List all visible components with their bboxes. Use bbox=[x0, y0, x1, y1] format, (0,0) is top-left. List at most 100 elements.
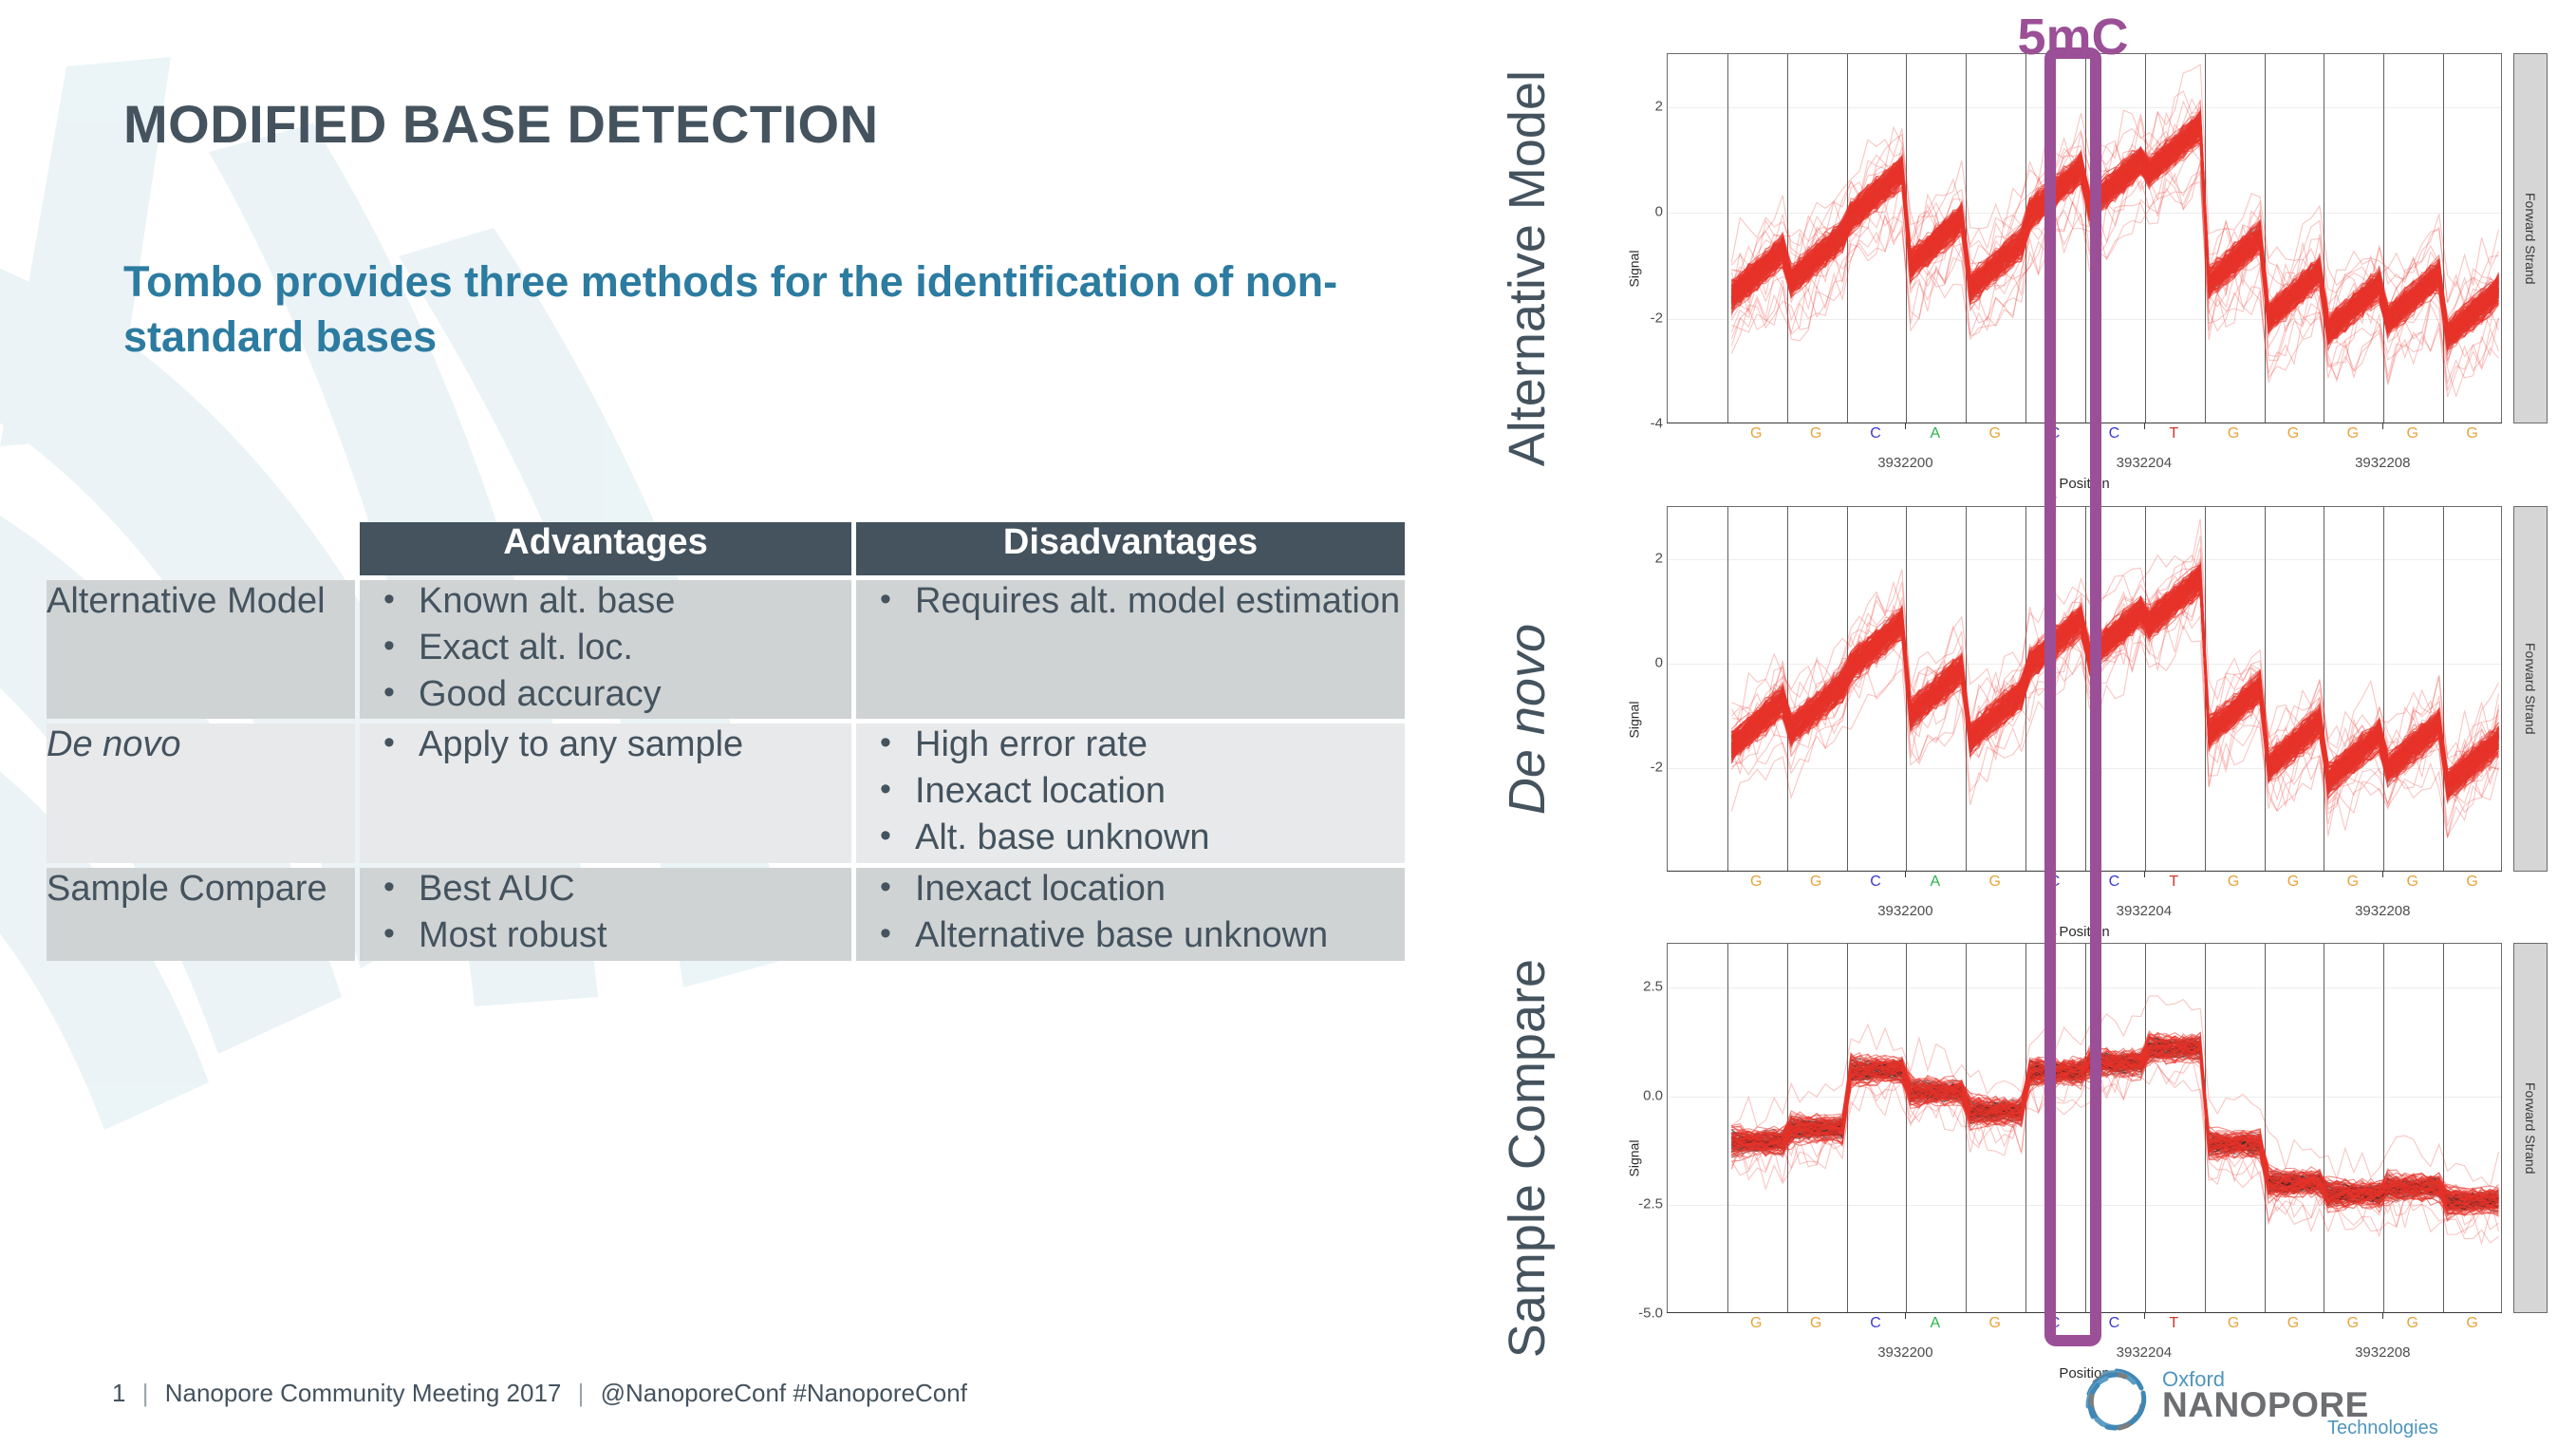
base-letter: G bbox=[2287, 1315, 2300, 1331]
base-letter: G bbox=[2406, 425, 2418, 442]
base-letter: G bbox=[1809, 1315, 1822, 1331]
list-item: • Alternative base unknown bbox=[856, 914, 1405, 961]
list-item-label: Best AUC bbox=[419, 868, 575, 909]
x-axis-tick: 3932204 bbox=[2116, 1344, 2173, 1361]
base-letter: G bbox=[1809, 874, 1822, 890]
base-letter: A bbox=[1930, 874, 1941, 890]
list-item-label: Good accuracy bbox=[419, 673, 662, 714]
base-letter: C bbox=[1870, 425, 1881, 442]
table-row-label: Sample Compare bbox=[47, 867, 355, 961]
bullet-icon: • bbox=[880, 817, 891, 855]
plot-area: Signal 2.5 0.0 -2.5 -5.0 Forward Strand G G C A G C… bbox=[1604, 926, 2576, 1381]
x-axis-tick: 3932200 bbox=[1877, 1344, 1933, 1361]
bullet-icon: • bbox=[880, 914, 891, 951]
base-letter: C bbox=[1870, 1315, 1881, 1331]
bullet-icon: • bbox=[383, 724, 395, 761]
y-axis-tick: 2 bbox=[1654, 550, 1663, 567]
plot-frame bbox=[1667, 506, 2502, 872]
bullet-icon: • bbox=[383, 673, 395, 710]
table-body: Alternative Model • Known alt. base • Exact … bbox=[47, 580, 1405, 961]
base-letter: T bbox=[2169, 425, 2179, 442]
plot-panel-alternative-model: Alternative Model Signal 2 0 -2 -4 Forward Str… bbox=[1452, 36, 2576, 492]
x-axis-tick: 3932208 bbox=[2355, 903, 2411, 919]
nanopore-swirl-icon bbox=[2085, 1368, 2147, 1431]
base-letter: A bbox=[1930, 425, 1941, 442]
plot-top-marker: - bbox=[2051, 926, 2058, 942]
footer-event: Nanopore Community Meeting 2017 bbox=[164, 1379, 562, 1407]
page-subtitle: Tombo provides three methods for the ide… bbox=[123, 257, 1338, 361]
table-header-row: Advantages Disadvantages bbox=[47, 522, 1405, 575]
list-item-label: High error rate bbox=[915, 724, 1148, 765]
plot-title-label: Alternative Model bbox=[1499, 70, 1557, 467]
base-letter: G bbox=[2406, 874, 2418, 890]
base-letter: G bbox=[1750, 1315, 1763, 1331]
list-item-label: Alternative base unknown bbox=[915, 914, 1329, 955]
list-item: • Best AUC bbox=[360, 868, 851, 914]
base-letter: C bbox=[2108, 1315, 2120, 1331]
base-letter: C bbox=[1870, 874, 1881, 890]
list-item-label: Apply to any sample bbox=[419, 724, 744, 765]
list-item: • Exact alt. loc. bbox=[360, 627, 851, 673]
y-axis: 2 0 -2 -4 bbox=[1621, 46, 1663, 492]
logo-line-technologies: Technologies bbox=[2327, 1418, 2438, 1438]
base-letter: G bbox=[2466, 425, 2478, 442]
table-cell-advantages: • Known alt. base • Exact alt. loc. • Good ac… bbox=[360, 580, 851, 720]
x-axis-tickmark bbox=[1905, 872, 1907, 877]
bullet-icon: • bbox=[880, 581, 891, 617]
plot-panel-de-novo: De novo Signal 2 0 -2 Forward Strand G G C A G C C T G… bbox=[1452, 489, 2576, 940]
x-axis-tickmark bbox=[2143, 1313, 2145, 1319]
bullet-icon: • bbox=[383, 581, 395, 617]
y-axis-tick: -2 bbox=[1650, 310, 1663, 327]
list-item: • Inexact location bbox=[856, 770, 1405, 817]
list-item: • High error rate bbox=[856, 724, 1405, 770]
facet-strip-label: Forward Strand bbox=[2523, 643, 2538, 735]
y-axis: 2 0 -2 bbox=[1621, 498, 1663, 940]
plot-title-label: De novo bbox=[1499, 623, 1557, 816]
facet-strip: Forward Strand bbox=[2513, 506, 2548, 872]
table-cell-disadvantages: • Requires alt. model estimation bbox=[856, 580, 1405, 720]
footer: 1 | Nanopore Community Meeting 2017 | @N… bbox=[112, 1379, 967, 1408]
base-letter: G bbox=[1988, 425, 2001, 442]
footer-divider-1: | bbox=[141, 1379, 149, 1407]
table-row: Sample Compare • Best AUC • Most robust • Inex… bbox=[47, 867, 1405, 961]
table-header-blank bbox=[47, 522, 355, 575]
base-letter: G bbox=[2227, 874, 2240, 890]
slide-content-left: MODIFIED BASE DETECTION Tombo provides t… bbox=[0, 0, 1452, 1447]
signal-traces bbox=[1730, 518, 2500, 838]
base-letter: C bbox=[2048, 874, 2061, 890]
base-letter: T bbox=[2169, 1315, 2179, 1331]
table-cell-disadvantages: • Inexact location • Alternative base unkno… bbox=[856, 867, 1405, 961]
table-cell-disadvantages: • High error rate • Inexact location • Alt. b… bbox=[856, 724, 1405, 863]
base-letter: G bbox=[2406, 1315, 2418, 1331]
plot-title: Sample Compare bbox=[1452, 935, 1604, 1381]
base-letter: G bbox=[2287, 874, 2300, 890]
footer-divider-2: | bbox=[577, 1379, 585, 1407]
x-axis-tick: 3932208 bbox=[2355, 455, 2411, 471]
base-letter: G bbox=[1750, 425, 1763, 442]
list-item: • Alt. base unknown bbox=[856, 817, 1405, 863]
x-axis-tick: 3932204 bbox=[2116, 903, 2173, 919]
y-axis-tick: 0 bbox=[1654, 203, 1663, 220]
base-letter: C bbox=[2108, 874, 2120, 890]
plot-panel-sample-compare: Sample Compare Signal 2.5 0.0 -2.5 -5.0 Forwar… bbox=[1452, 926, 2576, 1381]
list-item: • Requires alt. model estimation bbox=[856, 580, 1405, 627]
plot-title-label: Sample Compare bbox=[1499, 958, 1557, 1359]
base-letter: G bbox=[1750, 874, 1763, 890]
plot-top-marker: - bbox=[2051, 489, 2058, 505]
list-item-label: Known alt. base bbox=[419, 581, 676, 621]
y-axis: 2.5 0.0 -2.5 -5.0 bbox=[1621, 935, 1663, 1381]
plot-title: De novo bbox=[1452, 498, 1604, 940]
list-item: • Good accuracy bbox=[360, 673, 851, 720]
page-title: MODIFIED BASE DETECTION bbox=[123, 94, 879, 154]
x-axis-tickmark bbox=[2143, 872, 2145, 877]
plot-title: Alternative Model bbox=[1452, 46, 1604, 492]
base-letter: G bbox=[2227, 425, 2240, 442]
base-sequence-row: GGCAGCCTGGGGG bbox=[1667, 874, 2502, 898]
x-axis-tickmark bbox=[1905, 1313, 1907, 1319]
x-axis-tick: 3932208 bbox=[2355, 1344, 2411, 1361]
base-letter: G bbox=[1988, 874, 2001, 890]
list-item: • Inexact location bbox=[856, 868, 1405, 914]
oxford-nanopore-logo: Oxford NANOPORE Technologies bbox=[2085, 1367, 2438, 1438]
facet-strip-label: Forward Strand bbox=[2523, 1081, 2538, 1175]
y-axis-tick: -2.5 bbox=[1638, 1195, 1663, 1212]
